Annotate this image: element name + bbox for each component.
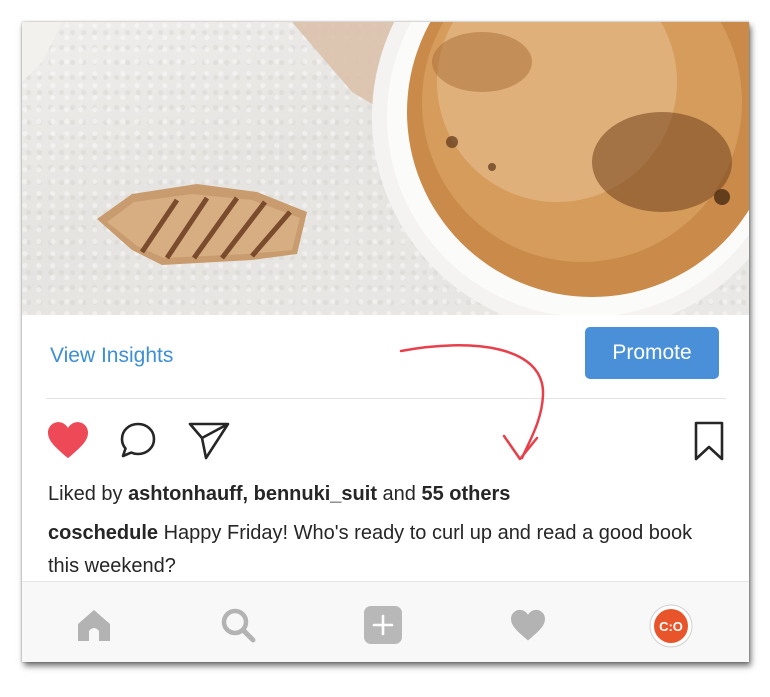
add-icon bbox=[364, 606, 402, 644]
home-icon bbox=[78, 610, 110, 641]
tab-profile[interactable]: C:O bbox=[649, 604, 693, 648]
tab-new-post[interactable] bbox=[363, 605, 403, 645]
instagram-post-card: View Insights Promote Liked by ashtonhau… bbox=[22, 22, 749, 662]
promote-button[interactable]: Promote bbox=[585, 327, 719, 379]
likes-prefix: Liked by bbox=[48, 483, 123, 505]
liker-username[interactable]: ashtonhauff, bbox=[128, 483, 248, 505]
bookmark-icon bbox=[694, 421, 724, 461]
tab-home[interactable] bbox=[75, 607, 113, 643]
view-insights-link[interactable]: View Insights bbox=[50, 344, 173, 368]
share-button[interactable] bbox=[187, 420, 231, 460]
activity-heart-icon bbox=[511, 609, 545, 641]
caption-username[interactable]: coschedule bbox=[48, 522, 158, 544]
search-icon bbox=[221, 608, 256, 643]
post-caption: coschedule Happy Friday! Who's ready to … bbox=[48, 517, 718, 583]
liker-username[interactable]: bennuki_suit bbox=[254, 483, 377, 505]
divider bbox=[46, 398, 726, 399]
photo-illustration bbox=[22, 22, 749, 315]
comment-button[interactable] bbox=[118, 420, 158, 460]
profile-avatar: C:O bbox=[649, 604, 693, 648]
heart-filled-icon bbox=[48, 422, 88, 459]
post-photo[interactable] bbox=[22, 22, 749, 315]
save-button[interactable] bbox=[692, 420, 726, 462]
avatar-text: C:O bbox=[659, 619, 683, 634]
likes-others-link[interactable]: 55 others bbox=[421, 483, 510, 505]
tab-activity[interactable] bbox=[509, 608, 547, 642]
comment-bubble-icon bbox=[120, 422, 156, 458]
likes-summary: Liked by ashtonhauff, bennuki_suit and 5… bbox=[48, 483, 510, 506]
tab-search[interactable] bbox=[219, 606, 257, 644]
paper-plane-icon bbox=[188, 422, 230, 460]
likes-conjunction: and bbox=[382, 483, 416, 505]
like-button[interactable] bbox=[46, 420, 90, 460]
